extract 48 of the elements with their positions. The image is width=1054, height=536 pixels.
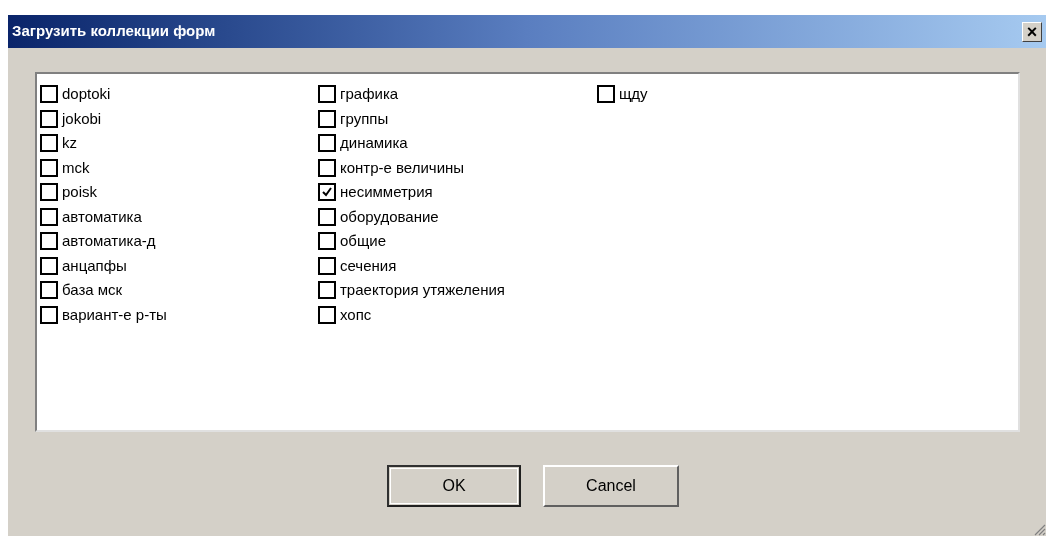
checkbox-label: оборудование <box>340 206 439 227</box>
checkbox[interactable] <box>318 134 336 153</box>
checkbox-label: группы <box>340 108 389 129</box>
checkmark-icon <box>321 186 333 199</box>
dialog-button[interactable]: OK <box>387 465 521 507</box>
checkbox[interactable] <box>40 207 58 226</box>
checkbox-label: kz <box>62 133 77 153</box>
checkbox-label: динамика <box>340 133 408 153</box>
checkbox-label: щду <box>619 84 648 104</box>
close-button[interactable]: × <box>1022 21 1042 42</box>
checkbox-label: общие <box>340 231 386 251</box>
checkbox-label: вариант-е р-ты <box>62 304 167 325</box>
checkbox-label: doptoki <box>62 84 111 104</box>
checkbox-label: автоматика-д <box>62 231 156 251</box>
checkbox[interactable] <box>40 158 58 177</box>
checkbox-label: база мск <box>62 280 123 300</box>
checkbox-label: jokobi <box>62 108 102 129</box>
checkbox[interactable] <box>318 305 336 324</box>
checkbox[interactable] <box>40 109 58 128</box>
checkbox[interactable] <box>40 134 58 153</box>
checkbox[interactable] <box>40 183 58 202</box>
checkbox[interactable] <box>318 183 336 202</box>
checkbox[interactable] <box>40 85 58 104</box>
checkbox-label: mck <box>62 157 90 178</box>
checkbox[interactable] <box>318 281 336 300</box>
checkbox-label: траектория утяжеления <box>340 280 505 300</box>
window-title: Загрузить коллекции форм <box>12 21 216 42</box>
checkbox-label: сечения <box>340 255 397 276</box>
checkbox-label: хопс <box>340 304 372 325</box>
checkbox-label: poisk <box>62 182 98 202</box>
resize-grip-icon <box>1032 522 1046 536</box>
checkbox[interactable] <box>318 158 336 177</box>
checkbox[interactable] <box>318 256 336 275</box>
checkbox-label: несимметрия <box>340 182 433 202</box>
checkbox[interactable] <box>318 207 336 226</box>
dialog-button[interactable]: Cancel <box>543 465 679 507</box>
checkbox-label: анцапфы <box>62 255 127 276</box>
checkbox[interactable] <box>318 232 336 251</box>
checkbox[interactable] <box>318 85 336 104</box>
checkbox[interactable] <box>40 256 58 275</box>
checkbox[interactable] <box>40 232 58 251</box>
checkbox-label: автоматика <box>62 206 142 227</box>
checkbox[interactable] <box>597 85 615 104</box>
checkbox[interactable] <box>40 281 58 300</box>
checkbox-label: графика <box>340 84 399 104</box>
checkbox[interactable] <box>318 109 336 128</box>
checkbox-label: контр-е величины <box>340 157 465 178</box>
checkbox[interactable] <box>40 305 58 324</box>
